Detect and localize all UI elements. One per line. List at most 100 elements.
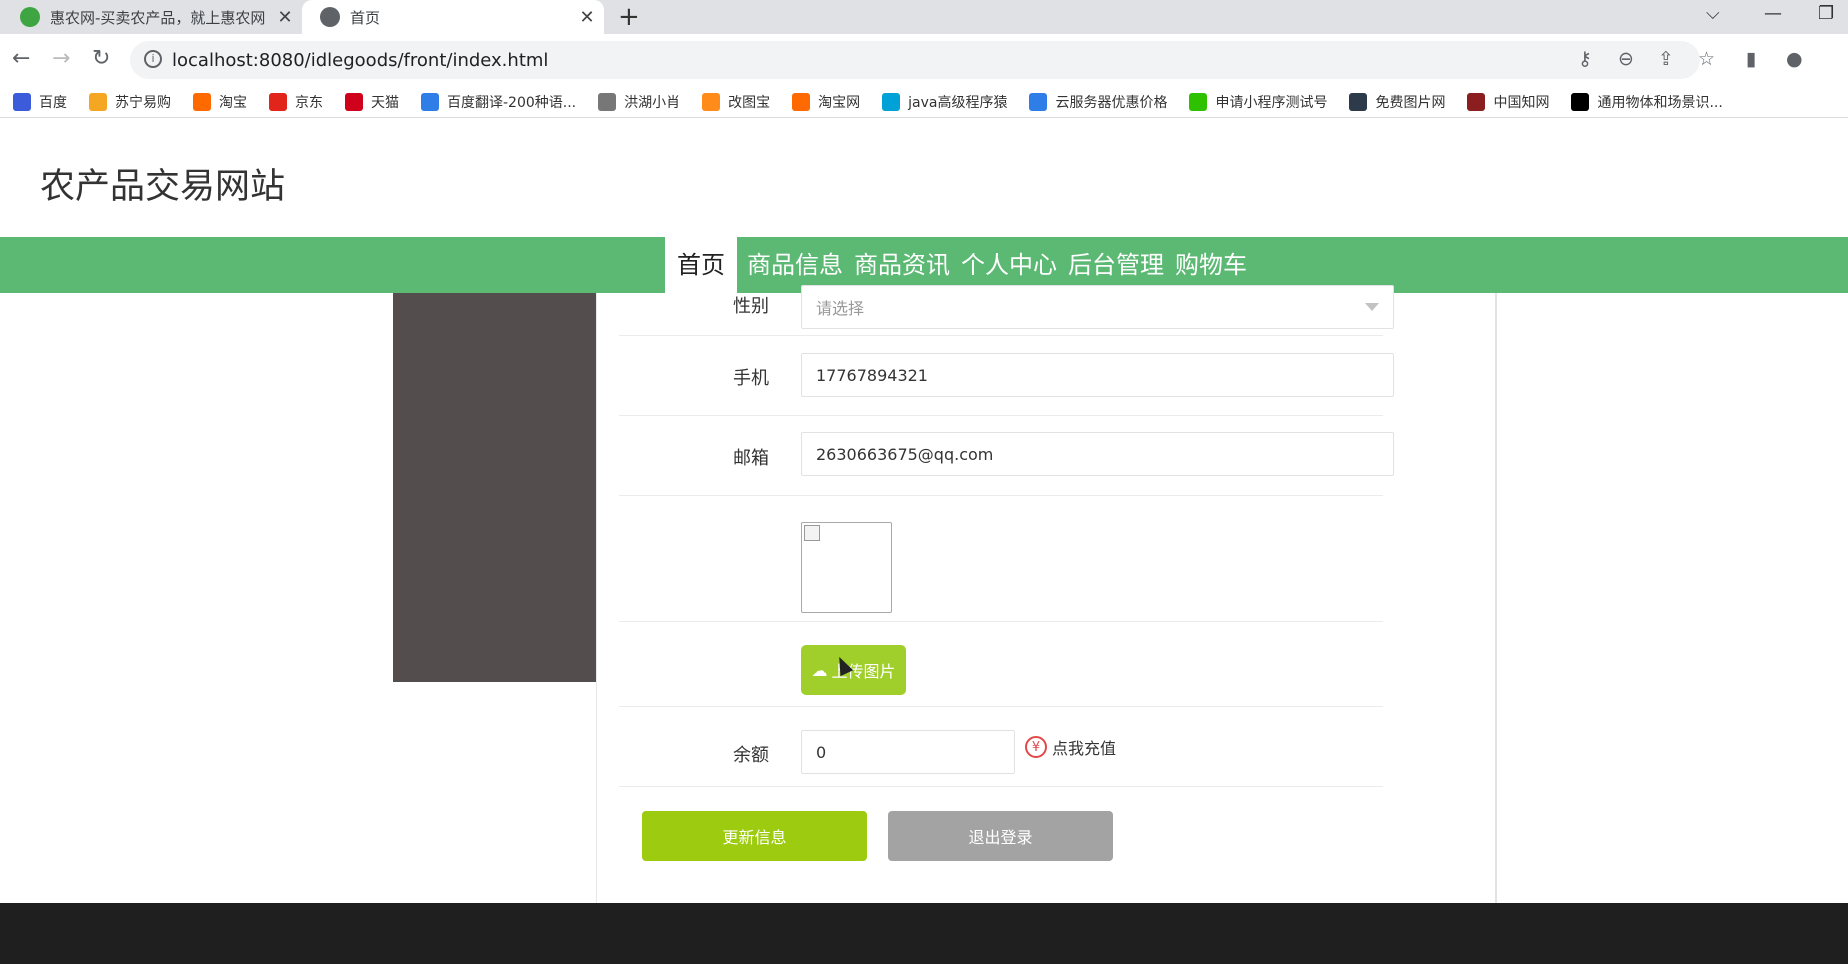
bookmark-item[interactable]: 淘宝网 <box>792 92 860 112</box>
bookmark-label: 中国知网 <box>1493 94 1550 111</box>
email-value: 2630663675@qq.com <box>816 444 994 464</box>
profile-icon[interactable]: ● <box>1786 48 1803 70</box>
tab-search-icon[interactable]: ⌵ <box>1706 3 1720 24</box>
url-field[interactable]: i localhost:8080/idlegoods/front/index.h… <box>130 41 1700 79</box>
image-icon <box>702 92 721 111</box>
phone-value: 17767894321 <box>816 365 928 385</box>
restore-icon[interactable]: ❐ <box>1818 3 1834 24</box>
balance-label: 余额 <box>733 745 769 766</box>
bookmark-item[interactable]: 百度 <box>13 92 67 112</box>
bookmark-label: 百度 <box>39 94 67 111</box>
bookmarks-bar: 百度 苏宁易购 淘宝 京东 天猫 百度翻译-200种语... 洪湖小肖 改图宝 淘宝网 java高… <box>0 86 1848 118</box>
bookmark-label: 天猫 <box>371 94 399 111</box>
bookmark-item[interactable]: 申请小程序测试号 <box>1189 92 1327 112</box>
huinong-favicon-icon <box>20 7 40 27</box>
broken-image-icon <box>804 525 820 541</box>
bookmark-item[interactable]: 中国知网 <box>1467 92 1549 112</box>
ai-icon <box>1571 92 1590 111</box>
browser-tab-bar: 惠农网-买卖农产品，就上惠农网 ✕ 首页 ✕ + ⌵ — ❐ <box>0 0 1848 34</box>
browser-tab-home[interactable]: 首页 ✕ <box>302 0 604 34</box>
paw-icon <box>13 92 31 111</box>
bookmark-item[interactable]: 通用物体和场景识... <box>1571 92 1723 112</box>
translate-icon <box>421 92 439 111</box>
update-info-button[interactable]: 更新信息 <box>642 811 867 861</box>
reload-icon[interactable]: ↻ <box>92 46 110 71</box>
password-key-icon[interactable]: ⚷ <box>1578 48 1592 70</box>
site-title: 农产品交易网站 <box>40 167 286 207</box>
bookmark-label: 免费图片网 <box>1375 94 1446 111</box>
wechat-icon <box>1189 92 1208 111</box>
gender-select[interactable]: 请选择 <box>801 285 1394 329</box>
bookmark-label: 京东 <box>295 94 323 111</box>
cloud-icon <box>1029 92 1048 111</box>
globe-icon <box>320 7 340 27</box>
email-label: 邮箱 <box>733 448 769 469</box>
back-icon[interactable]: ← <box>12 46 30 71</box>
bookmark-item[interactable]: 改图宝 <box>702 92 770 112</box>
bookmark-item[interactable]: 苏宁易购 <box>89 92 171 112</box>
cnki-icon <box>1467 92 1486 111</box>
bookmark-item[interactable]: 云服务器优惠价格 <box>1029 92 1167 112</box>
balance-input[interactable]: 0 <box>801 730 1015 774</box>
zoom-icon[interactable]: ⊖ <box>1618 48 1634 70</box>
tab-title: 惠农网-买卖农产品，就上惠农网 <box>50 8 266 27</box>
gender-row: 性别 请选择 <box>619 285 1394 336</box>
cloud-upload-icon: ☁ <box>811 660 828 680</box>
bookmark-label: 淘宝网 <box>818 94 861 111</box>
lion-icon <box>89 92 107 111</box>
bookmark-item[interactable]: 洪湖小肖 <box>598 92 680 112</box>
profile-form: 性别 请选择 手机 17767894321 邮箱 2630663675@qq.c… <box>596 285 1497 903</box>
upload-row: ☁ 上传图片 <box>619 622 1383 707</box>
bookmark-item[interactable]: 淘宝 <box>193 92 247 112</box>
recharge-link[interactable]: ¥ 点我充值 <box>1025 735 1116 759</box>
t-icon <box>1349 92 1368 111</box>
phone-row: 手机 17767894321 <box>619 336 1394 416</box>
taobao-icon <box>193 92 211 111</box>
address-bar-row: ← → ↻ i localhost:8080/idlegoods/front/i… <box>0 34 1848 86</box>
minimize-icon[interactable]: — <box>1764 3 1782 24</box>
site-info-icon[interactable]: i <box>144 50 162 68</box>
url-text: localhost:8080/idlegoods/front/index.htm… <box>172 49 549 71</box>
phone-input[interactable]: 17767894321 <box>801 353 1394 397</box>
bookmark-item[interactable]: 天猫 <box>345 92 399 112</box>
jd-icon <box>269 92 287 111</box>
bookmark-label: 申请小程序测试号 <box>1215 94 1328 111</box>
bookmark-label: 云服务器优惠价格 <box>1055 94 1168 111</box>
bookmark-label: java高级程序猿 <box>908 94 1008 111</box>
balance-value: 0 <box>816 742 827 762</box>
bookmark-label: 苏宁易购 <box>115 94 171 111</box>
tmall-icon <box>345 92 363 111</box>
new-tab-icon[interactable]: + <box>618 2 640 32</box>
email-input[interactable]: 2630663675@qq.com <box>801 432 1394 476</box>
share-icon[interactable]: ⇪ <box>1658 48 1674 70</box>
bird-icon <box>598 92 617 111</box>
close-tab-icon[interactable]: ✕ <box>570 7 604 28</box>
nav-item-home[interactable]: 首页 <box>665 237 737 293</box>
close-tab-icon[interactable]: ✕ <box>268 7 302 28</box>
bookmark-label: 淘宝 <box>219 94 247 111</box>
avatar-image <box>801 522 892 613</box>
taobao-icon <box>792 92 811 111</box>
tab-title: 首页 <box>350 8 381 27</box>
bookmark-label: 洪湖小肖 <box>624 94 681 111</box>
recharge-label: 点我充值 <box>1052 739 1117 758</box>
bookmark-item[interactable]: 免费图片网 <box>1349 92 1445 112</box>
yen-icon: ¥ <box>1025 736 1047 758</box>
bookmark-item[interactable]: 京东 <box>269 92 323 112</box>
bilibili-icon <box>882 92 901 111</box>
email-row: 邮箱 2630663675@qq.com <box>619 416 1394 496</box>
sidebar-panel <box>393 293 596 682</box>
forward-icon[interactable]: → <box>52 46 70 71</box>
balance-row: 余额 0 ¥ 点我充值 <box>619 707 1383 787</box>
side-panel-icon[interactable]: ▮ <box>1746 48 1756 70</box>
bookmark-label: 通用物体和场景识... <box>1597 94 1723 111</box>
logout-button[interactable]: 退出登录 <box>888 811 1113 861</box>
bookmark-label: 百度翻译-200种语... <box>447 94 577 111</box>
browser-tab-huinong[interactable]: 惠农网-买卖农产品，就上惠农网 ✕ <box>0 0 302 34</box>
gender-label: 性别 <box>733 296 769 317</box>
bookmark-item[interactable]: 百度翻译-200种语... <box>421 92 576 112</box>
avatar-row <box>619 496 1383 622</box>
bookmark-star-icon[interactable]: ☆ <box>1698 48 1715 70</box>
chevron-down-icon <box>1365 303 1379 311</box>
bookmark-item[interactable]: java高级程序猿 <box>882 92 1007 112</box>
